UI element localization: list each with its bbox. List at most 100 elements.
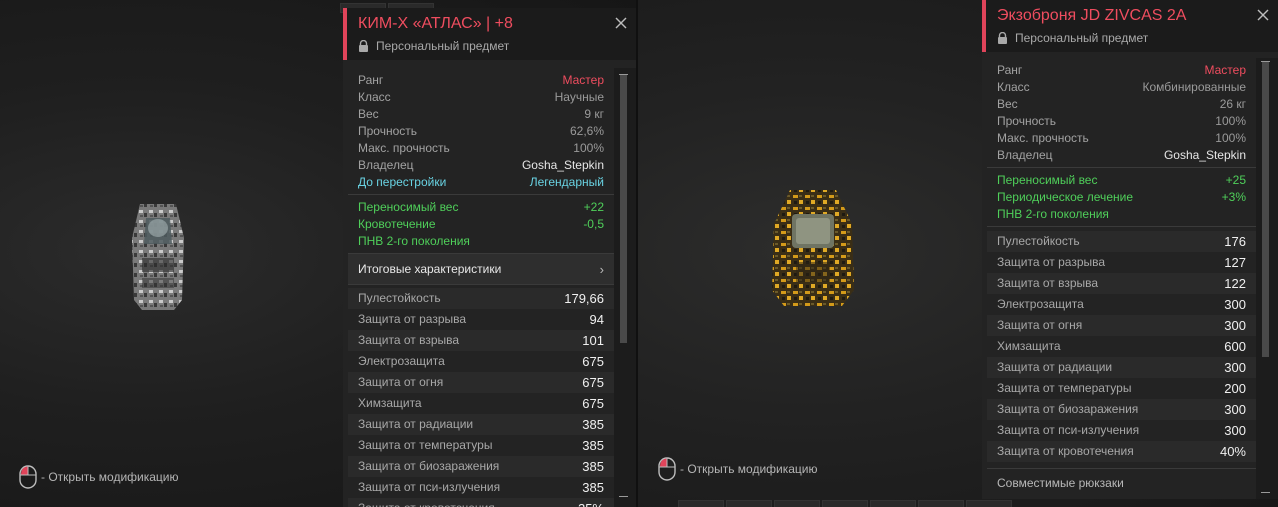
stat-row: Электрозащита 675 <box>348 351 614 372</box>
scrollbar-thumb[interactable] <box>1262 62 1269 357</box>
open-modification-hint: - Открыть модификацию <box>658 457 818 481</box>
bonus-label: Периодическое лечение <box>997 190 1133 204</box>
info-row: Вес 26 кг <box>997 96 1246 113</box>
info-label: Ранг <box>358 73 384 87</box>
stat-value: 385 <box>582 417 604 432</box>
info-value: 62,6% <box>569 124 604 138</box>
item-title: КИМ-Х «АТЛАС» | +8 <box>358 15 513 32</box>
info-value: Научные <box>554 90 604 104</box>
info-row: Ранг Мастер <box>358 72 604 89</box>
stat-row: Пулестойкость 179,66 <box>348 288 614 309</box>
close-icon[interactable] <box>1256 8 1270 22</box>
item-title: Экзоброня JD ZIVCAS 2A <box>997 7 1187 24</box>
summary-stats-button[interactable]: Итоговые характеристики › <box>348 254 614 285</box>
stat-label: Защита от кровотечения <box>997 444 1134 458</box>
stat-row: Защита от кровотечения 40% <box>987 441 1256 462</box>
stat-label: Защита от температуры <box>358 438 493 452</box>
stat-row: Химзащита 600 <box>987 336 1256 357</box>
stat-row: Защита от температуры 385 <box>348 435 614 456</box>
bonus-label: Кровотечение <box>358 217 436 231</box>
armor-item-image <box>132 204 184 310</box>
stat-row: Защита от пси-излучения 300 <box>987 420 1256 441</box>
compatible-backpacks-row[interactable]: Совместимые рюкзаки <box>987 468 1256 497</box>
tooltip-scrollbar[interactable] <box>1256 58 1278 499</box>
stat-row: Защита от разрыва 127 <box>987 252 1256 273</box>
bonus-row: Кровотечение -0,5 <box>358 216 604 233</box>
close-icon[interactable] <box>614 16 628 30</box>
bonus-label: ПНВ 2-го поколения <box>997 207 1109 221</box>
info-label: Прочность <box>358 124 418 138</box>
stat-label: Защита от температуры <box>997 381 1132 395</box>
tooltip-content: Ранг Мастер Класс Научные Вес 9 кг Прочность 62… <box>348 68 614 507</box>
bonus-row: Периодическое лечение +3% <box>997 189 1246 206</box>
stat-label: Защита от огня <box>358 375 444 389</box>
item-info-list: Ранг Мастер Класс Научные Вес 9 кг Прочность 62… <box>348 68 614 195</box>
bonus-value: -0,5 <box>583 217 604 231</box>
info-value: 100% <box>1215 114 1246 128</box>
stat-value: 300 <box>1224 402 1246 417</box>
hint-text: - Открыть модификацию <box>680 462 818 476</box>
info-value: 26 кг <box>1219 97 1246 111</box>
stat-row: Электрозащита 300 <box>987 294 1256 315</box>
stat-label: Защита от кровотечения <box>358 498 495 507</box>
stat-label: Защита от взрыва <box>997 276 1099 290</box>
protection-stats-list: Пулестойкость 176 Защита от разрыва 127 Защи… <box>987 231 1256 462</box>
stat-value: 300 <box>1224 423 1246 438</box>
bonus-label: Переносимый вес <box>997 173 1098 187</box>
info-value: 100% <box>1215 131 1246 145</box>
stat-label: Химзащита <box>358 396 422 410</box>
stat-value: 94 <box>589 312 604 327</box>
subtitle-text: Персональный предмет <box>1015 31 1149 45</box>
item-bonus-list: Переносимый вес +22 Кровотечение -0,5 ПНВ 2-… <box>348 195 614 254</box>
bonus-label: Переносимый вес <box>358 200 459 214</box>
info-label: Владелец <box>997 148 1053 162</box>
left-item-view: - Открыть модификацию КИМ-Х «АТЛАС» | +8… <box>0 0 636 507</box>
stat-value: 675 <box>582 375 604 390</box>
stat-value: 600 <box>1224 339 1246 354</box>
info-row: Владелец Gosha_Stepkin <box>997 147 1246 164</box>
info-row: До перестройки Легендарный <box>358 174 604 191</box>
tooltip-scrollbar[interactable] <box>614 68 636 507</box>
exoskeleton-item-image <box>772 190 854 306</box>
info-row: Владелец Gosha_Stepkin <box>358 157 604 174</box>
info-label: Прочность <box>997 114 1057 128</box>
info-value: 9 кг <box>584 107 604 121</box>
item-subtitle: Персональный предмет <box>997 31 1278 45</box>
info-value: 100% <box>573 141 604 155</box>
info-row: Макс. прочность 100% <box>997 130 1246 147</box>
stat-value: 385 <box>582 459 604 474</box>
stat-value: 127 <box>1224 255 1246 270</box>
bonus-value: +25 <box>1225 173 1246 187</box>
stat-row: Защита от взрыва 122 <box>987 273 1256 294</box>
tooltip-header: КИМ-Х «АТЛАС» | +8 Персональный предмет <box>343 8 636 60</box>
info-value: Комбинированные <box>1142 80 1247 94</box>
info-label: Класс <box>358 90 391 104</box>
tooltip-header: Экзоброня JD ZIVCAS 2A Персональный пред… <box>982 0 1278 52</box>
stat-label: Защита от радиации <box>358 417 474 431</box>
bonus-row: Переносимый вес +22 <box>358 199 604 216</box>
scrollbar-thumb[interactable] <box>620 75 627 343</box>
item-subtitle: Персональный предмет <box>358 39 636 53</box>
bonus-row: Переносимый вес +25 <box>997 172 1246 189</box>
stat-label: Защита от пси-излучения <box>997 423 1140 437</box>
stat-label: Электрозащита <box>997 297 1084 311</box>
info-row: Прочность 100% <box>997 113 1246 130</box>
info-label: Ранг <box>997 63 1023 77</box>
info-row: Класс Комбинированные <box>997 79 1246 96</box>
stat-value: 25% <box>578 498 604 507</box>
mouse-icon <box>658 457 676 481</box>
stat-row: Защита от взрыва 101 <box>348 330 614 351</box>
bonus-label: ПНВ 2-го поколения <box>358 234 470 248</box>
info-value: Gosha_Stepkin <box>521 158 604 172</box>
lock-icon <box>998 32 1007 44</box>
stat-value: 385 <box>582 438 604 453</box>
bonus-value: +22 <box>583 200 604 214</box>
stat-label: Защита от разрыва <box>358 312 467 326</box>
stat-value: 675 <box>582 354 604 369</box>
item-info-list: Ранг Мастер Класс Комбинированные Вес 26 кг Пр… <box>987 58 1256 168</box>
stat-value: 300 <box>1224 360 1246 375</box>
stat-value: 122 <box>1224 276 1246 291</box>
info-label: До перестройки <box>358 175 447 189</box>
stat-row: Защита от кровотечения 25% <box>348 498 614 507</box>
open-modification-hint: - Открыть модификацию <box>19 465 179 489</box>
